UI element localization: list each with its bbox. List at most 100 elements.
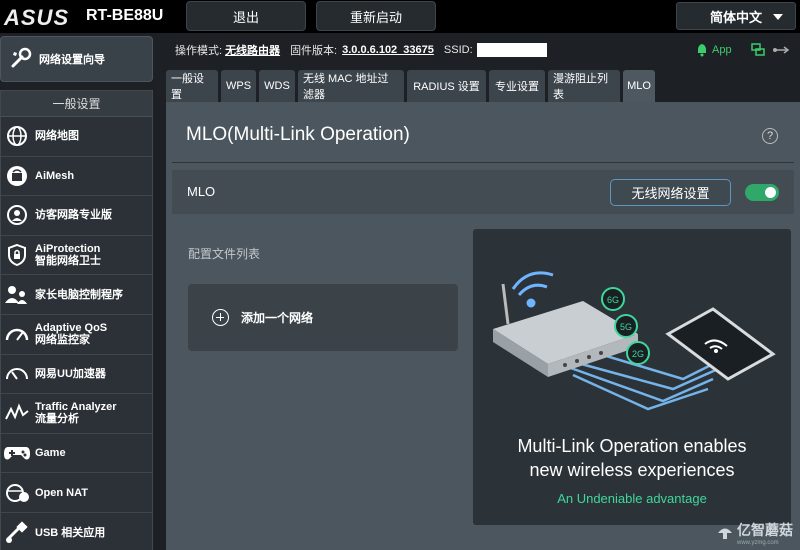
mlo-toggle[interactable] [745, 184, 779, 201]
ssid-label: SSID: [443, 44, 473, 56]
band-badge-6g: 6G [601, 287, 625, 311]
mushroom-logo-icon [718, 528, 732, 539]
language-select[interactable]: 简体中文 [676, 2, 796, 30]
band-badge-5g: 5G [614, 314, 638, 338]
tab-wps[interactable]: WPS [221, 70, 256, 102]
guest-network-icon [1, 200, 33, 230]
tab-radius[interactable]: RADIUS 设置 [407, 70, 486, 102]
sidebar-item-network-map[interactable]: 网络地图 [1, 117, 152, 157]
sidebar-item-open-nat[interactable]: Open NAT [1, 473, 152, 513]
sidebar-item-label: Adaptive QoS [35, 322, 108, 335]
ssid-redacted-value [476, 43, 547, 57]
sidebar-item-guest-network[interactable]: 访客网路专业版 [1, 196, 152, 236]
sidebar-item-label: AiMesh [35, 169, 75, 182]
reboot-button[interactable]: 重新启动 [316, 1, 436, 31]
network-status-icon[interactable] [750, 43, 765, 57]
app-label: App [712, 44, 732, 56]
sidebar-item-label: 网络地图 [35, 130, 79, 143]
toggle-knob [765, 187, 776, 198]
title-divider [172, 162, 794, 163]
app-link[interactable]: App [695, 43, 790, 57]
sidebar: 网络设置向导 一般设置 网络地图 AiMesh 访客网路专业版 AiProtec… [0, 36, 153, 550]
sidebar-item-adaptive-qos[interactable]: Adaptive QoS 网络监控家 [1, 315, 152, 355]
plus-circle-icon [212, 309, 229, 326]
wireless-settings-button[interactable]: 无线网络设置 [610, 179, 731, 206]
headline-line-2: new wireless experiences [529, 460, 735, 480]
add-network-card[interactable]: 添加一个网络 [188, 284, 458, 351]
svg-text:6G: 6G [607, 295, 619, 305]
sidebar-item-label: Game [35, 447, 66, 460]
main-panel: MLO(Multi-Link Operation) ? MLO 无线网络设置 配… [166, 102, 800, 550]
bell-icon [698, 44, 706, 57]
operation-mode-label: 操作模式: [175, 45, 223, 57]
language-label: 简体中文 [709, 9, 762, 25]
wifi-signal-icon [511, 271, 554, 308]
svg-text:2G: 2G [632, 349, 644, 359]
globe-icon [1, 121, 33, 151]
sidebar-item-parental-control[interactable]: 家长电脑控制程序 [1, 275, 152, 315]
svg-text:5G: 5G [620, 322, 632, 332]
watermark-text: 亿智蘑菇 [737, 522, 793, 538]
add-network-label: 添加一个网络 [241, 311, 314, 325]
menu-section-header: 一般设置 [1, 91, 152, 117]
wizard-wrench-icon [5, 44, 37, 74]
sidebar-item-aimesh[interactable]: AiMesh [1, 157, 152, 197]
sidebar-item-label: AiProtection [35, 243, 101, 256]
sidebar-item-uu-accelerator[interactable]: 网易UU加速器 [1, 355, 152, 395]
illustration-tagline: An Undeniable advantage [557, 491, 707, 506]
headline-line-1: Multi-Link Operation enables [517, 436, 747, 456]
tab-general[interactable]: 一般设置 [166, 70, 218, 102]
usb-status-icon[interactable] [772, 43, 790, 57]
sidebar-item-usb[interactable]: USB 相关应用 [1, 513, 152, 550]
top-bar: ASUS RT-BE88U 退出 重新启动 简体中文 [0, 0, 800, 33]
firmware-version-link[interactable]: 3.0.0.6.102_33675 [342, 44, 434, 56]
open-nat-icon [1, 478, 33, 508]
operation-mode-link[interactable]: 无线路由器 [225, 42, 280, 58]
parental-control-icon [1, 280, 33, 310]
firmware-label: 固件版本: [290, 45, 338, 57]
wizard-label: 网络设置向导 [39, 54, 105, 66]
profile-list-label: 配置文件列表 [188, 247, 261, 261]
band-badge-2g: 2G [626, 341, 650, 365]
sidebar-item-traffic-analyzer[interactable]: Traffic Analyzer 流量分析 [1, 394, 152, 434]
router-phone-illustration: 6G 5G 2G [493, 271, 776, 411]
tab-bar: 一般设置 WPS WDS 无线 MAC 地址过滤器 RADIUS 设置 专业设置… [166, 70, 655, 102]
mlo-label: MLO [187, 184, 216, 199]
shield-lock-icon [1, 240, 33, 270]
mlo-setting-row: MLO 无线网络设置 [172, 170, 794, 214]
network-setup-wizard-button[interactable]: 网络设置向导 [0, 36, 153, 82]
sidebar-item-label: 网易UU加速器 [35, 367, 106, 380]
tab-mlo[interactable]: MLO [623, 70, 655, 102]
usb-icon [1, 518, 33, 548]
sidebar-item-game[interactable]: Game [1, 434, 152, 474]
brand-logo: ASUS [4, 5, 70, 30]
logout-button[interactable]: 退出 [186, 1, 306, 31]
model-name: RT-BE88U [86, 7, 164, 24]
main-menu: 一般设置 网络地图 AiMesh 访客网路专业版 AiProtection 智能网… [0, 90, 153, 550]
sidebar-item-label: Traffic Analyzer [35, 401, 117, 414]
sidebar-item-sublabel: 网络监控家 [35, 334, 90, 347]
traffic-analyzer-icon [1, 398, 33, 428]
chevron-down-icon [773, 14, 783, 20]
sidebar-item-label: USB 相关应用 [35, 526, 106, 539]
smartphone-graphic [665, 307, 776, 381]
illustration-headline: Multi-Link Operation enables new wireles… [473, 434, 791, 482]
watermark-url: www.yzmg.com [737, 540, 779, 546]
mlo-illustration-card: 6G 5G 2G Multi-Link Operation enables ne… [473, 229, 791, 525]
sidebar-item-aiprotection[interactable]: AiProtection 智能网络卫士 [1, 236, 152, 276]
sidebar-item-label: Open NAT [35, 486, 88, 499]
help-icon[interactable]: ? [762, 128, 778, 144]
sidebar-item-label: 访客网路专业版 [35, 209, 112, 222]
tab-wds[interactable]: WDS [259, 70, 295, 102]
sidebar-item-sublabel: 智能网络卫士 [35, 255, 101, 268]
tab-mac-filter[interactable]: 无线 MAC 地址过滤器 [298, 70, 404, 102]
accelerator-icon [1, 359, 33, 389]
watermark: 亿智蘑菇 www.yzmg.com [716, 520, 793, 546]
tab-roaming-block-list[interactable]: 漫游阻止列表 [548, 70, 620, 102]
speedometer-icon [1, 319, 33, 349]
tab-professional[interactable]: 专业设置 [489, 70, 545, 102]
page-title: MLO(Multi-Link Operation) [186, 124, 410, 145]
gamepad-icon [1, 438, 33, 468]
sidebar-item-label: 家长电脑控制程序 [35, 288, 123, 301]
sidebar-item-sublabel: 流量分析 [35, 413, 79, 426]
